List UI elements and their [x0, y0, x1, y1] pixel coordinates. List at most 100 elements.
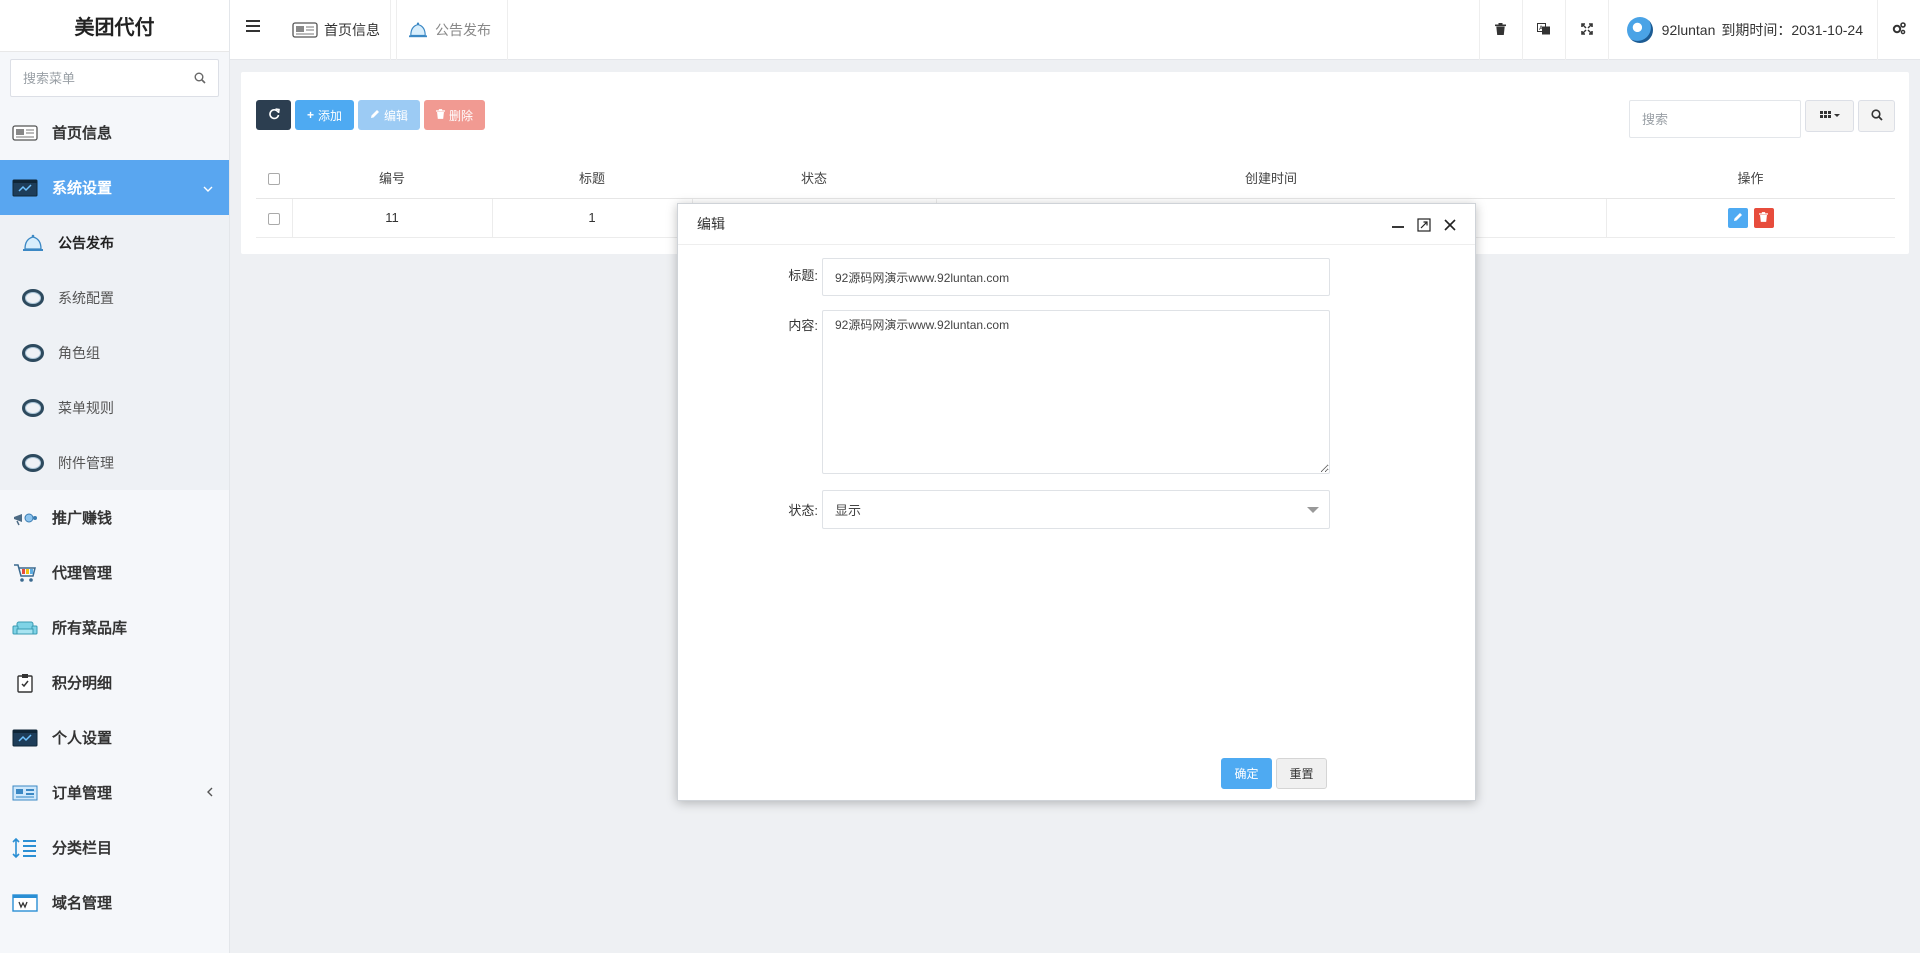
table-header-row: 编号 标题 状态 创建时间 操作 — [256, 158, 1895, 199]
expiry-date: 2031-10-24 — [1791, 22, 1863, 38]
plus-icon: + — [307, 108, 315, 122]
row-checkbox[interactable] — [267, 212, 280, 225]
row-select-cell — [256, 198, 293, 238]
delete-button[interactable]: 删除 — [424, 100, 486, 130]
topbar-actions: A 92luntan 到期时间： 2031-10-24 — [1478, 0, 1920, 60]
pencil-icon — [370, 108, 380, 122]
settings-window-icon — [12, 727, 38, 749]
grid-icon — [1819, 108, 1840, 124]
sidebar-item-system-settings[interactable]: 系统设置 — [0, 160, 229, 215]
sidebar-subitem-system-config[interactable]: 系统配置 — [0, 270, 229, 325]
sidebar-subitem-label: 系统配置 — [58, 289, 114, 306]
table-search-area — [1629, 100, 1895, 138]
sidebar-item-agent-management[interactable]: 代理管理 — [0, 545, 229, 600]
domain-icon — [12, 892, 38, 914]
fullscreen-button[interactable] — [1564, 0, 1608, 60]
select-all-cell — [256, 158, 292, 199]
sidebar-item-personal-settings[interactable]: 个人设置 — [0, 710, 229, 765]
trash-icon — [1495, 22, 1507, 38]
menu-toggle-icon[interactable] — [246, 20, 260, 32]
caret-down-icon — [1307, 507, 1319, 513]
col-title[interactable]: 标题 — [492, 158, 692, 199]
title-input[interactable] — [822, 258, 1330, 296]
refresh-icon — [268, 107, 280, 123]
col-id[interactable]: 编号 — [292, 158, 492, 199]
search-icon[interactable] — [194, 71, 206, 87]
row-delete-button[interactable] — [1753, 207, 1774, 228]
delete-button-label: 删除 — [449, 108, 474, 123]
sidebar-item-label: 推广赚钱 — [52, 510, 113, 527]
sidebar-item-promotion[interactable]: 推广赚钱 — [0, 490, 229, 545]
clipboard-icon — [12, 672, 38, 694]
topbar: 首页信息 公告发布 A 92luntan 到期时间： 2031-10-24 — [230, 0, 1920, 60]
user-menu[interactable]: 92luntan 到期时间： 2031-10-24 — [1607, 0, 1877, 60]
maximize-icon[interactable] — [1411, 216, 1437, 234]
row-edit-button[interactable] — [1727, 207, 1748, 228]
tab-home[interactable]: 首页信息 — [276, 0, 397, 60]
content-label: 内容: — [788, 318, 818, 333]
tab-label: 首页信息 — [324, 22, 380, 38]
dialog-header[interactable]: 编辑 — [678, 204, 1475, 245]
search-button[interactable] — [1858, 100, 1895, 132]
system-settings-submenu: 公告发布 系统配置 角色组 菜单规则 附件管理 — [0, 215, 229, 490]
expiry-label: 到期时间： — [1721, 22, 1792, 38]
clear-cache-button[interactable] — [1478, 0, 1522, 60]
sidebar-item-label: 系统设置 — [52, 180, 113, 197]
status-selected-value: 显示 — [835, 503, 862, 518]
refresh-button[interactable] — [256, 100, 291, 130]
gears-icon — [1892, 22, 1906, 38]
tab-announcement[interactable]: 公告发布 — [390, 0, 508, 60]
columns-toggle-button[interactable] — [1805, 100, 1854, 132]
sidebar-item-dish-library[interactable]: 所有菜品库 — [0, 600, 229, 655]
sidebar-subitem-label: 角色组 — [58, 344, 100, 361]
chevron-left-icon — [207, 786, 213, 800]
col-status[interactable]: 状态 — [692, 158, 936, 199]
add-button[interactable]: + 添加 — [295, 100, 355, 130]
ring-icon — [20, 452, 46, 474]
sidebar-item-home[interactable]: 首页信息 — [0, 105, 229, 160]
edit-button[interactable]: 编辑 — [358, 100, 421, 130]
settings-window-icon — [12, 177, 38, 199]
select-all-checkbox[interactable] — [268, 172, 280, 185]
sidebar-subitem-attachments[interactable]: 附件管理 — [0, 435, 229, 490]
menu-search — [10, 59, 219, 97]
bell-icon — [20, 232, 46, 254]
sidebar-item-order-management[interactable]: 订单管理 — [0, 765, 229, 820]
content-textarea[interactable]: 92源码网演示www.92luntan.com — [822, 310, 1330, 474]
sidebar-subitem-role-group[interactable]: 角色组 — [0, 325, 229, 380]
sidebar-item-label: 个人设置 — [52, 730, 113, 747]
sidebar-item-label: 分类栏目 — [52, 840, 113, 857]
menu-search-input[interactable] — [11, 60, 218, 96]
status-select[interactable]: 显示 — [822, 490, 1330, 529]
sidebar-item-domain-management[interactable]: 域名管理 — [0, 875, 229, 930]
sidebar-subitem-menu-rules[interactable]: 菜单规则 — [0, 380, 229, 435]
sidebar-item-category[interactable]: 分类栏目 — [0, 820, 229, 875]
cell-actions — [1606, 198, 1895, 238]
sidebar-item-label: 订单管理 — [52, 785, 113, 802]
col-created[interactable]: 创建时间 — [936, 158, 1606, 199]
close-icon[interactable] — [1437, 216, 1463, 234]
theme-settings-button[interactable] — [1877, 0, 1920, 60]
sidebar-item-points-detail[interactable]: 积分明细 — [0, 655, 229, 710]
tab-label: 公告发布 — [435, 22, 491, 38]
sidebar-item-label: 积分明细 — [52, 675, 113, 692]
ring-icon — [20, 342, 46, 364]
promotion-icon — [12, 507, 38, 529]
add-button-label: 添加 — [318, 108, 343, 123]
reset-button[interactable]: 重置 — [1276, 758, 1327, 789]
minimize-icon[interactable] — [1385, 216, 1411, 234]
language-button[interactable]: A — [1521, 0, 1565, 60]
order-icon — [12, 782, 38, 804]
list-sort-icon — [12, 837, 38, 859]
ring-icon — [20, 397, 46, 419]
sofa-icon — [12, 617, 38, 639]
cell-title: 1 — [492, 198, 693, 238]
cart-icon — [12, 562, 38, 584]
bell-icon — [407, 21, 429, 39]
sidebar-item-label: 代理管理 — [52, 565, 113, 582]
table-search-input[interactable] — [1629, 100, 1801, 138]
sidebar-subitem-announcement[interactable]: 公告发布 — [0, 215, 229, 270]
confirm-button[interactable]: 确定 — [1221, 758, 1272, 789]
sidebar-item-label: 域名管理 — [52, 895, 113, 912]
search-icon — [1870, 108, 1883, 124]
